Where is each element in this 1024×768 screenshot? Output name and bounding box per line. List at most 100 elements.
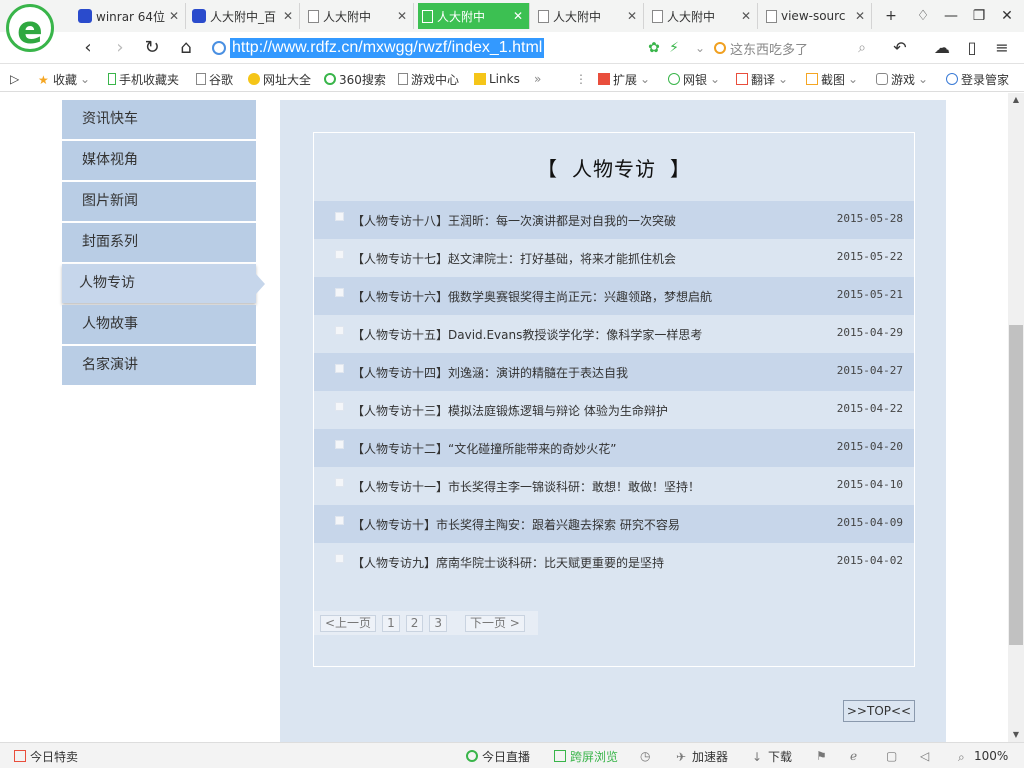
list-item[interactable]: 【人物专访十四】刘逸涵：演讲的精髓在于表达自我 2015-04-27 xyxy=(314,353,914,391)
sidenav-item-cover-series[interactable]: 封面系列 xyxy=(62,223,256,262)
article-link[interactable]: 【人物专访十】市长奖得主陶安：跟着兴趣去探索 研究不容易 xyxy=(352,516,680,533)
article-link[interactable]: 【人物专访十八】王润昕：每一次演讲都是对自我的一次突破 xyxy=(352,212,676,229)
undo-icon[interactable]: ↶ xyxy=(888,36,912,60)
forward-icon[interactable]: › xyxy=(108,36,132,60)
list-item[interactable]: 【人物专访十五】David.Evans教授谈学化学：像科学家一样思考 2015-… xyxy=(314,315,914,353)
volume-icon[interactable]: ◁ xyxy=(920,747,929,765)
url-text[interactable]: http://www.rdfz.cn/mxwgg/rwzf/index_1.ht… xyxy=(230,38,545,58)
article-link[interactable]: 【人物专访十二】“文化碰撞所能带来的奇妙火花” xyxy=(352,440,616,457)
close-icon[interactable]: ✕ xyxy=(167,9,181,23)
minimize-icon[interactable]: — xyxy=(940,5,962,27)
scroll-down-icon[interactable]: ▼ xyxy=(1008,728,1024,742)
tab-active[interactable]: 人大附中 ✕ xyxy=(418,3,530,29)
article-link[interactable]: 【人物专访十三】模拟法庭锻炼逻辑与辩论 体验为生命辩护 xyxy=(352,402,668,419)
close-icon[interactable]: ✕ xyxy=(853,9,867,23)
page-number-button[interactable]: 2 xyxy=(405,614,424,632)
next-page-button[interactable]: 下一页 > xyxy=(464,614,525,632)
lightning-icon[interactable]: ⚡ xyxy=(662,36,686,60)
bookmark-links[interactable]: Links xyxy=(474,70,520,88)
status-clock-icon[interactable]: ◷ xyxy=(640,747,650,765)
browser-logo-icon[interactable]: e xyxy=(6,4,54,52)
ie-icon[interactable]: ℯ xyxy=(850,747,857,765)
list-item[interactable]: 【人物专访十三】模拟法庭锻炼逻辑与辩论 体验为生命辩护 2015-04-22 xyxy=(314,391,914,429)
scrollbar-thumb[interactable] xyxy=(1009,325,1023,645)
site-nav-icon xyxy=(248,73,260,85)
close-icon[interactable]: ✕ xyxy=(625,9,639,23)
list-item[interactable]: 【人物专访十一】市长奖得主李一锦谈科研：敢想！敢做！坚持！ 2015-04-10 xyxy=(314,467,914,505)
sidenav-item-interviews[interactable]: 人物专访 xyxy=(62,264,265,303)
page-number-button[interactable]: 3 xyxy=(429,614,447,632)
bookmark-google[interactable]: 谷歌 xyxy=(196,70,233,88)
article-link[interactable]: 【人物专访十一】市长奖得主李一锦谈科研：敢想！敢做！坚持！ xyxy=(352,478,700,495)
bookmark-360search[interactable]: 360搜索 xyxy=(324,70,386,88)
refresh-icon[interactable]: ↻ xyxy=(140,36,164,60)
sidenav-item-lectures[interactable]: 名家演讲 xyxy=(62,346,256,385)
sidenav-item-stories[interactable]: 人物故事 xyxy=(62,305,256,344)
more-vertical-icon[interactable]: ⋮ xyxy=(575,70,587,88)
status-live[interactable]: 今日直播 xyxy=(466,747,530,765)
shirt-icon[interactable]: ♢ xyxy=(912,5,934,27)
sidenav-item-media-view[interactable]: 媒体视角 xyxy=(62,141,256,180)
close-window-icon[interactable]: ✕ xyxy=(996,5,1018,27)
toolbar-bank[interactable]: 网银 ⌄ xyxy=(668,70,720,88)
url-field[interactable]: http://www.rdfz.cn/mxwgg/rwzf/index_1.ht… xyxy=(212,36,638,60)
new-tab-icon[interactable]: + xyxy=(880,5,902,27)
toolbar-games[interactable]: 游戏 ⌄ xyxy=(876,70,928,88)
back-icon[interactable]: ‹ xyxy=(76,36,100,60)
bookmark-sites[interactable]: 网址大全 xyxy=(248,70,311,88)
status-download[interactable]: ↓ 下载 xyxy=(752,747,792,765)
article-link[interactable]: 【人物专访十七】赵文津院士：打好基础，将来才能抓住机会 xyxy=(352,250,676,267)
tab[interactable]: 人大附中 ✕ xyxy=(304,3,414,29)
status-cross-screen[interactable]: 跨屏浏览 xyxy=(554,747,618,765)
list-item[interactable]: 【人物专访十六】俄数学奥赛银奖得主尚正元：兴趣领路，梦想启航 2015-05-2… xyxy=(314,277,914,315)
page-number-button[interactable]: 1 xyxy=(382,614,400,632)
sidenav-item-photo-news[interactable]: 图片新闻 xyxy=(62,182,256,221)
scroll-up-icon[interactable]: ▲ xyxy=(1008,93,1024,107)
window-icon[interactable]: ▢ xyxy=(886,747,897,765)
tab[interactable]: view-sourc ✕ xyxy=(762,3,872,29)
page-icon xyxy=(422,9,433,23)
chevron-down-icon[interactable]: ⌄ xyxy=(688,36,712,60)
article-link[interactable]: 【人物专访九】席南华院士谈科研：比天赋更重要的是坚持 xyxy=(352,554,664,571)
back-to-top-button[interactable]: >>TOP<< xyxy=(843,700,915,722)
restore-icon[interactable]: ❐ xyxy=(968,5,990,27)
tab[interactable]: 人大附中 ✕ xyxy=(648,3,758,29)
toolbar-login[interactable]: 登录管家 xyxy=(946,70,1009,88)
bookmark-mobile[interactable]: 手机收藏夹 xyxy=(108,70,179,88)
vertical-scrollbar[interactable]: ▲ ▼ xyxy=(1008,93,1024,742)
close-icon[interactable]: ✕ xyxy=(739,9,753,23)
article-link[interactable]: 【人物专访十五】David.Evans教授谈学化学：像科学家一样思考 xyxy=(352,326,702,343)
bookmark-favorites[interactable]: ★ 收藏 ⌄ xyxy=(38,70,90,88)
sidenav-item-news-express[interactable]: 资讯快车 xyxy=(62,100,256,139)
article-link[interactable]: 【人物专访十六】俄数学奥赛银奖得主尚正元：兴趣领路，梦想启航 xyxy=(352,288,712,305)
search-input[interactable]: 这东西吃多了 xyxy=(714,38,872,58)
zoom-level[interactable]: ⌕ 100% xyxy=(958,747,1008,765)
flag-icon[interactable]: ⚑ xyxy=(816,747,827,765)
prev-page-button[interactable]: <上一页 xyxy=(320,614,377,632)
list-item[interactable]: 【人物专访九】席南华院士谈科研：比天赋更重要的是坚持 2015-04-02 xyxy=(314,543,914,581)
close-icon[interactable]: ✕ xyxy=(395,9,409,23)
toolbar-screenshot[interactable]: 截图 ⌄ xyxy=(806,70,858,88)
home-icon[interactable]: ⌂ xyxy=(174,36,198,60)
more-bookmarks-icon[interactable]: » xyxy=(534,70,541,88)
sidebar-toggle-icon[interactable]: ▷ xyxy=(10,70,19,88)
search-icon[interactable]: ⌕ xyxy=(850,36,874,60)
close-icon[interactable]: ✕ xyxy=(511,9,525,23)
article-link[interactable]: 【人物专访十四】刘逸涵：演讲的精髓在于表达自我 xyxy=(352,364,628,381)
toolbar-translate[interactable]: 翻译 ⌄ xyxy=(736,70,788,88)
list-item[interactable]: 【人物专访十二】“文化碰撞所能带来的奇妙火花” 2015-04-20 xyxy=(314,429,914,467)
list-item[interactable]: 【人物专访十】市长奖得主陶安：跟着兴趣去探索 研究不容易 2015-04-09 xyxy=(314,505,914,543)
status-daily-deals[interactable]: 今日特卖 xyxy=(14,747,78,765)
menu-icon[interactable]: ≡ xyxy=(990,36,1014,60)
status-accelerator[interactable]: ✈ 加速器 xyxy=(676,747,728,765)
list-item[interactable]: 【人物专访十七】赵文津院士：打好基础，将来才能抓住机会 2015-05-22 xyxy=(314,239,914,277)
list-item[interactable]: 【人物专访十八】王润昕：每一次演讲都是对自我的一次突破 2015-05-28 xyxy=(314,201,914,239)
toolbar-extensions[interactable]: 扩展 ⌄ xyxy=(598,70,650,88)
cloud-icon[interactable]: ☁ xyxy=(930,36,954,60)
close-icon[interactable]: ✕ xyxy=(281,9,295,23)
tab[interactable]: 人大附中 ✕ xyxy=(534,3,644,29)
tab[interactable]: 人大附中_百 ✕ xyxy=(188,3,300,29)
bookmark-games[interactable]: 游戏中心 xyxy=(398,70,459,88)
tab[interactable]: winrar 64位 ✕ xyxy=(74,3,186,29)
phone-icon[interactable]: ▯ xyxy=(960,36,984,60)
